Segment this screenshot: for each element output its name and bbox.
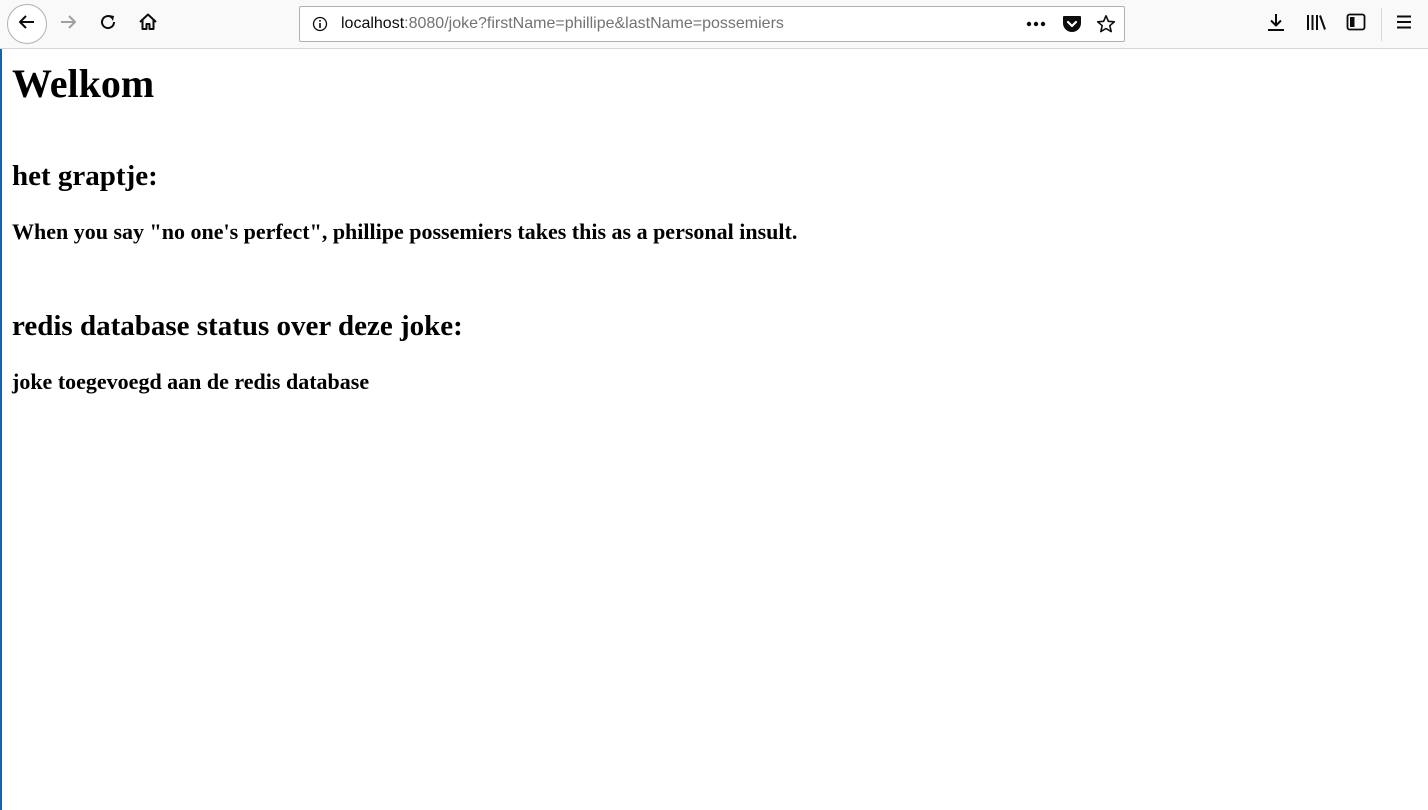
info-icon[interactable] bbox=[310, 14, 330, 34]
forward-arrow-icon bbox=[59, 13, 77, 36]
forward-button[interactable] bbox=[50, 6, 86, 42]
url-text[interactable]: localhost:8080/joke?firstName=phillipe&l… bbox=[341, 7, 784, 41]
pocket-icon[interactable] bbox=[1062, 14, 1082, 34]
page-content: Welkom het graptje: When you say "no one… bbox=[12, 50, 797, 394]
reload-icon bbox=[99, 13, 117, 36]
page-title: Welkom bbox=[12, 61, 155, 106]
home-button[interactable] bbox=[130, 6, 166, 42]
downloads-button[interactable] bbox=[1258, 6, 1294, 42]
status-heading: redis database status over deze joke: bbox=[12, 310, 463, 342]
library-icon bbox=[1305, 12, 1327, 37]
url-path: :8080/joke?firstName=phillipe&lastName=p… bbox=[404, 15, 784, 32]
reload-button[interactable] bbox=[90, 6, 126, 42]
status-text: joke toegevoegd aan de redis database bbox=[12, 369, 370, 394]
joke-text: When you say "no one's perfect", phillip… bbox=[12, 219, 798, 244]
browser-toolbar: localhost:8080/joke?firstName=phillipe&l… bbox=[0, 0, 1428, 49]
hamburger-menu-icon bbox=[1395, 14, 1413, 35]
menu-button[interactable] bbox=[1386, 6, 1422, 42]
home-icon bbox=[138, 12, 158, 37]
more-horizontal-icon[interactable] bbox=[1026, 14, 1046, 34]
url-host: localhost bbox=[341, 15, 405, 32]
back-button[interactable] bbox=[7, 4, 47, 44]
sidebar-icon bbox=[1346, 13, 1366, 36]
address-bar[interactable]: localhost:8080/joke?firstName=phillipe&l… bbox=[299, 6, 1125, 42]
toolbar-separator bbox=[1381, 8, 1382, 41]
joke-heading: het graptje: bbox=[12, 160, 158, 192]
back-arrow-icon bbox=[18, 13, 36, 36]
library-button[interactable] bbox=[1298, 6, 1334, 42]
window-edge bbox=[0, 0, 2, 810]
star-icon[interactable] bbox=[1096, 14, 1116, 34]
download-icon bbox=[1266, 12, 1286, 37]
sidebar-button[interactable] bbox=[1338, 6, 1374, 42]
